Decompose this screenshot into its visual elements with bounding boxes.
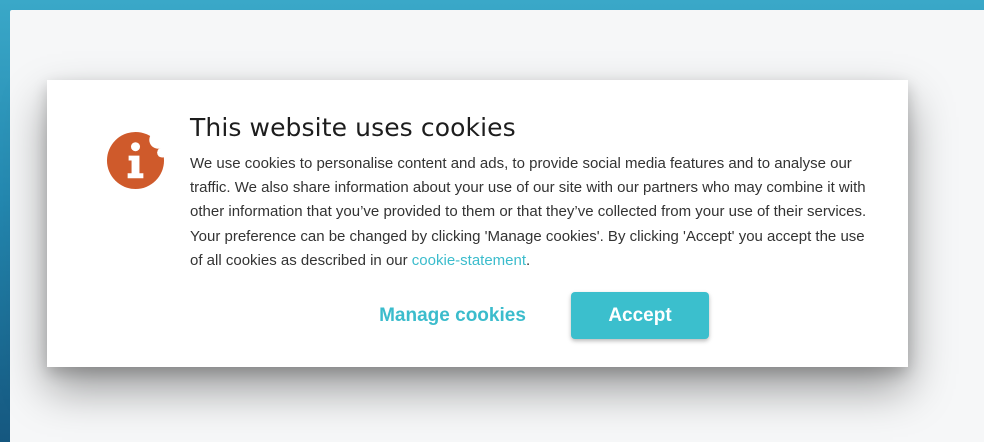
info-cookie-icon	[106, 131, 165, 190]
cookie-consent-dialog: This website uses cookies We use cookies…	[47, 80, 908, 367]
cookie-statement-link[interactable]: cookie-statement	[412, 252, 526, 269]
dialog-title: This website uses cookies	[190, 113, 516, 142]
dialog-message: We use cookies to personalise content an…	[190, 152, 880, 273]
accept-button[interactable]: Accept	[571, 292, 709, 339]
message-end: .	[526, 251, 531, 269]
manage-cookies-button[interactable]: Manage cookies	[370, 301, 535, 331]
